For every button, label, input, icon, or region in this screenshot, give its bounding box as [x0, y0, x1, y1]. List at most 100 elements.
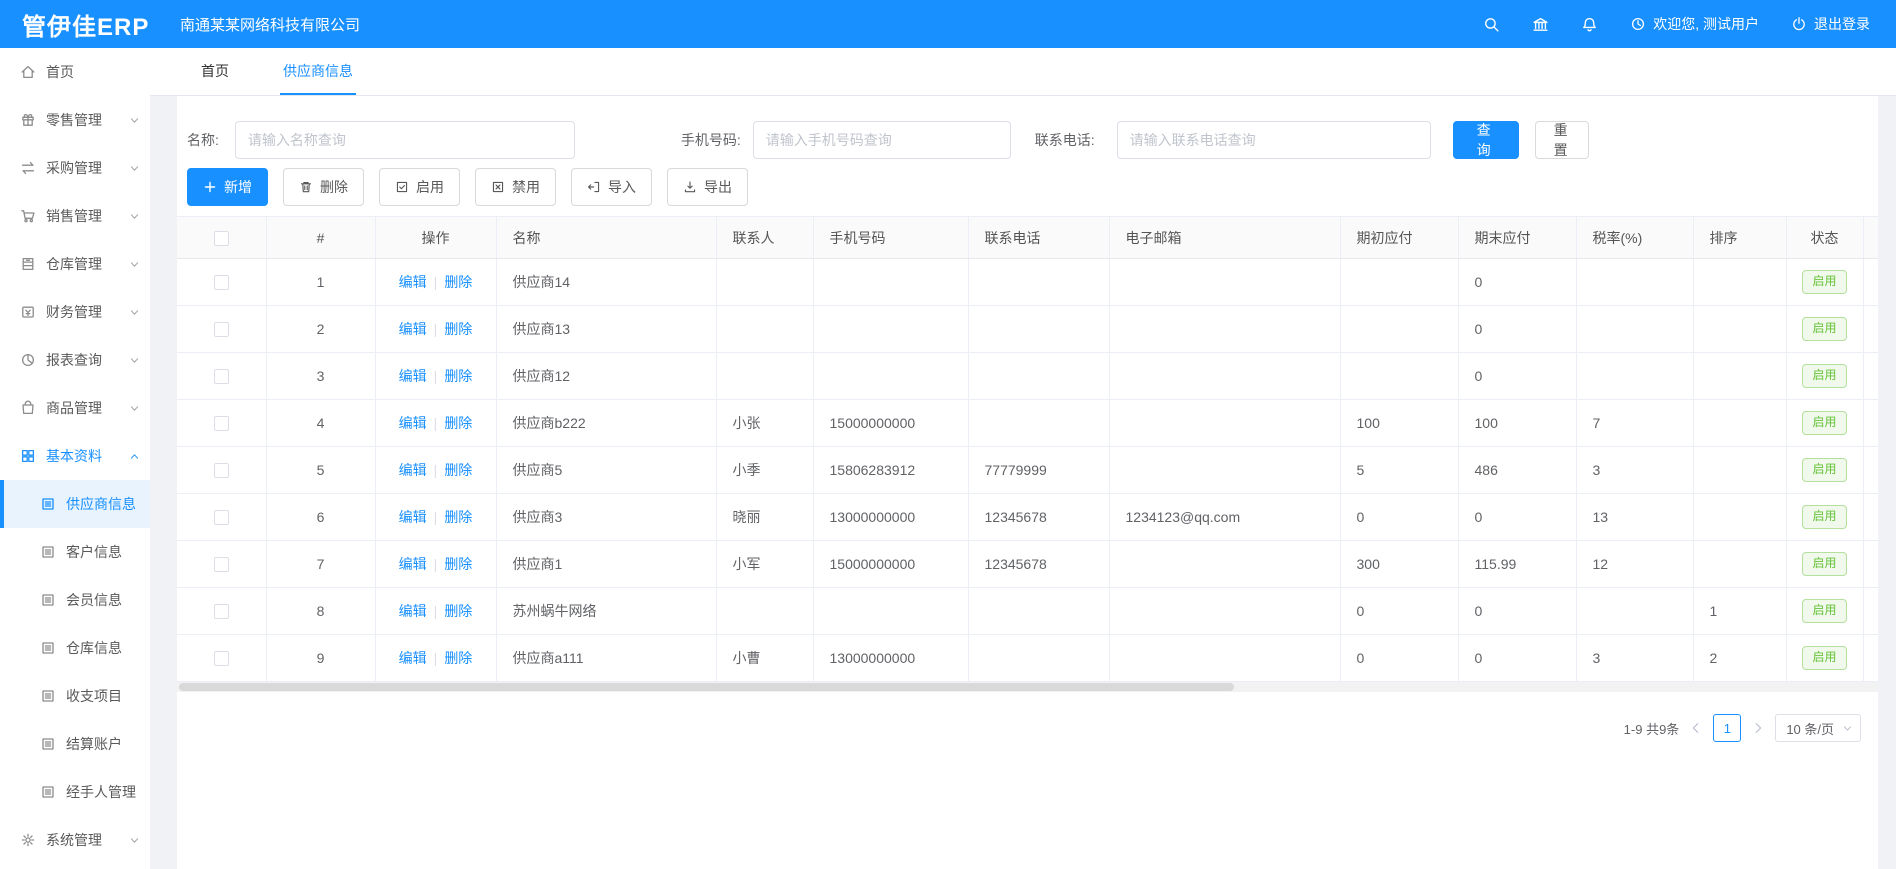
sidebar-item-list[interactable]: 结算账户: [0, 720, 150, 768]
chevron-down-icon: [129, 307, 140, 318]
cell-mobile: [813, 353, 968, 400]
col-email: 电子邮箱: [1109, 217, 1340, 259]
sidebar-item-list[interactable]: 会员信息: [0, 576, 150, 624]
sidebar-item-list[interactable]: 收支项目: [0, 672, 150, 720]
scrollbar-gutter: [1863, 217, 1878, 259]
row-number: 7: [266, 541, 375, 588]
search-icon[interactable]: [1483, 16, 1500, 33]
edit-link[interactable]: 编辑: [399, 650, 427, 666]
edit-link[interactable]: 编辑: [399, 556, 427, 572]
page-size-select[interactable]: 10 条/页: [1775, 714, 1861, 742]
sidebar-item-report[interactable]: 报表查询: [0, 336, 150, 384]
phone-label: 手机号码:: [681, 130, 741, 150]
name-input[interactable]: [235, 121, 575, 159]
edit-link[interactable]: 编辑: [399, 415, 427, 431]
edit-link[interactable]: 编辑: [399, 462, 427, 478]
delete-link[interactable]: 删除: [444, 321, 472, 337]
row-checkbox[interactable]: [214, 604, 229, 619]
sidebar-item-sales[interactable]: 销售管理: [0, 192, 150, 240]
sidebar-item-list[interactable]: 经手人管理: [0, 768, 150, 816]
row-select-cell: [177, 447, 266, 494]
supplier-table: # 操作 名称 联系人 手机号码 联系电话 电子邮箱 期初应付 期末应付 税率(…: [177, 216, 1878, 682]
cell-tax-rate: 3: [1576, 635, 1693, 682]
add-button[interactable]: 新增: [187, 168, 268, 206]
select-all-checkbox[interactable]: [214, 231, 229, 246]
edit-link[interactable]: 编辑: [399, 274, 427, 290]
delete-link[interactable]: 删除: [444, 368, 472, 384]
cell-mobile: 15806283912: [813, 447, 968, 494]
sidebar-item-finance[interactable]: 财务管理: [0, 288, 150, 336]
row-select-cell: [177, 259, 266, 306]
cell-status: 启用: [1786, 494, 1863, 541]
scrollbar-thumb[interactable]: [179, 683, 1234, 691]
tel-input[interactable]: [1117, 121, 1431, 159]
row-checkbox[interactable]: [214, 369, 229, 384]
sidebar-item-label: 仓库管理: [46, 254, 102, 274]
delete-link[interactable]: 删除: [444, 650, 472, 666]
query-button[interactable]: 查询: [1453, 121, 1519, 159]
sidebar-item-label: 销售管理: [46, 206, 102, 226]
page-number[interactable]: 1: [1713, 714, 1741, 742]
delete-link[interactable]: 删除: [444, 603, 472, 619]
tab-home[interactable]: 首页: [198, 48, 232, 95]
prev-page-icon[interactable]: [1689, 721, 1703, 735]
logout-button[interactable]: 退出登录: [1791, 14, 1870, 34]
import-button[interactable]: 导入: [571, 168, 652, 206]
row-actions: 编辑 | 删除: [375, 635, 496, 682]
sidebar-item-basic[interactable]: 基本资料: [0, 432, 150, 480]
sidebar-item-label: 结算账户: [66, 734, 122, 754]
link-separator: |: [434, 650, 438, 666]
delete-link[interactable]: 删除: [444, 415, 472, 431]
cell-sort: [1693, 306, 1786, 353]
row-checkbox[interactable]: [214, 651, 229, 666]
export-button[interactable]: 导出: [667, 168, 748, 206]
tab-bar: 首页 供应商信息: [150, 48, 1896, 96]
sidebar-item-warehouse[interactable]: 仓库管理: [0, 240, 150, 288]
tab-supplier-info[interactable]: 供应商信息: [280, 48, 356, 95]
cell-name: 供应商5: [496, 447, 716, 494]
sidebar-item-list[interactable]: 客户信息: [0, 528, 150, 576]
cell-tel: 77779999: [968, 447, 1109, 494]
row-checkbox[interactable]: [214, 322, 229, 337]
row-checkbox[interactable]: [214, 416, 229, 431]
delete-button[interactable]: 删除: [283, 168, 364, 206]
edit-link[interactable]: 编辑: [399, 321, 427, 337]
enable-button[interactable]: 启用: [379, 168, 460, 206]
delete-link[interactable]: 删除: [444, 462, 472, 478]
edit-link[interactable]: 编辑: [399, 603, 427, 619]
bank-icon[interactable]: [1532, 16, 1549, 33]
row-checkbox[interactable]: [214, 463, 229, 478]
sidebar-item-list[interactable]: 供应商信息: [0, 480, 150, 528]
scrollbar-gutter-cell: [1863, 447, 1878, 494]
edit-link[interactable]: 编辑: [399, 509, 427, 525]
disable-button[interactable]: 禁用: [475, 168, 556, 206]
sidebar-item-purchase[interactable]: 采购管理: [0, 144, 150, 192]
cell-sort: [1693, 447, 1786, 494]
col-tax-rate: 税率(%): [1576, 217, 1693, 259]
cell-status: 启用: [1786, 447, 1863, 494]
cell-name: 供应商14: [496, 259, 716, 306]
next-page-icon[interactable]: [1751, 721, 1765, 735]
sidebar-item-list[interactable]: 仓库信息: [0, 624, 150, 672]
bell-icon[interactable]: [1581, 16, 1598, 33]
welcome-user[interactable]: 欢迎您, 测试用户: [1630, 14, 1759, 34]
sidebar-item-retail[interactable]: 零售管理: [0, 96, 150, 144]
row-checkbox[interactable]: [214, 557, 229, 572]
link-separator: |: [434, 274, 438, 290]
row-number: 2: [266, 306, 375, 353]
sidebar-item-goods[interactable]: 商品管理: [0, 384, 150, 432]
horizontal-scrollbar[interactable]: [177, 682, 1878, 692]
row-checkbox[interactable]: [214, 510, 229, 525]
phone-input[interactable]: [753, 121, 1011, 159]
row-checkbox[interactable]: [214, 275, 229, 290]
sidebar-item-label: 基本资料: [46, 446, 102, 466]
reset-button[interactable]: 重置: [1535, 121, 1589, 159]
cell-mobile: [813, 588, 968, 635]
delete-link[interactable]: 删除: [444, 274, 472, 290]
table-row: 1 编辑|删除 供应商14 0 启用: [177, 259, 1878, 306]
sidebar-item-home[interactable]: 首页: [0, 48, 150, 96]
edit-link[interactable]: 编辑: [399, 368, 427, 384]
delete-link[interactable]: 删除: [444, 509, 472, 525]
sidebar-item-system[interactable]: 系统管理: [0, 816, 150, 864]
delete-link[interactable]: 删除: [444, 556, 472, 572]
